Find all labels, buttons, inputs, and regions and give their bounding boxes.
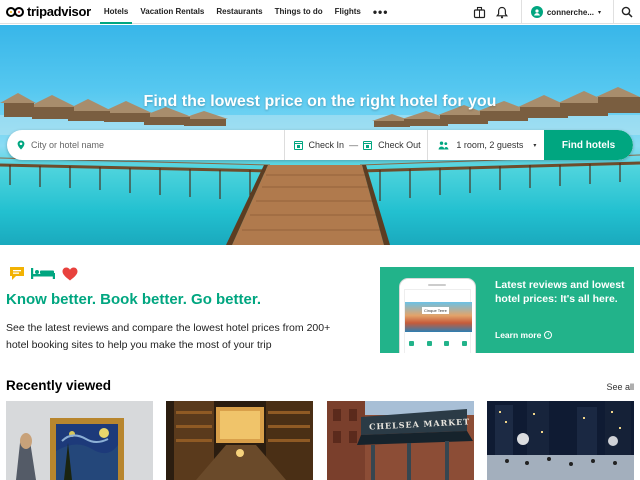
promo-card-text: Latest reviews and lowest hotel prices: … (495, 279, 625, 305)
more-icon[interactable]: ••• (367, 0, 395, 24)
bell-icon[interactable] (495, 5, 509, 19)
phone-photo-label: Cinque Terre (422, 307, 449, 314)
search-icon[interactable] (614, 0, 640, 24)
hotel-search-bar: Check In — Check Out 1 room, 2 guests ▾ … (7, 130, 633, 160)
nav-tabs: Hotels Vacation Rentals Restaurants Thin… (98, 0, 395, 24)
top-navigation: tripadvisor Hotels Vacation Rentals Rest… (0, 0, 640, 24)
chevron-down-icon: ▾ (597, 9, 601, 16)
check-in-field[interactable]: Check In (309, 140, 345, 150)
learn-more-label: Learn more (495, 330, 542, 340)
tab-restaurants[interactable]: Restaurants (210, 0, 268, 24)
promo-description: See the latest reviews and compare the l… (6, 322, 331, 351)
calendar-icon (293, 140, 303, 150)
guests-value: 1 room, 2 guests (456, 140, 524, 150)
user-avatar-icon (530, 6, 543, 18)
bed-icon (31, 268, 55, 279)
chevron-down-icon: ▾ (533, 142, 537, 149)
find-hotels-button[interactable]: Find hotels (544, 130, 633, 160)
tripadvisor-logo[interactable]: tripadvisor (6, 0, 91, 24)
recently-viewed-title: Recently viewed (6, 378, 112, 393)
tab-vacation-rentals[interactable]: Vacation Rentals (134, 0, 210, 24)
nav-divider (520, 0, 522, 24)
heart-icon (62, 267, 78, 280)
arrow-right-icon: › (544, 331, 553, 339)
hero-title: Find the lowest price on the right hotel… (143, 93, 497, 110)
logo-text: tripadvisor (27, 4, 91, 19)
phone-illustration: Cinque Terre (399, 278, 476, 353)
city-input[interactable] (31, 140, 271, 150)
guests-selector[interactable]: 1 room, 2 guests ▾ (428, 130, 544, 160)
tab-hotels[interactable]: Hotels (98, 0, 134, 24)
ice-rink-night-thumbnail[interactable] (487, 401, 634, 480)
city-field[interactable] (7, 130, 284, 160)
review-bubble-icon (10, 267, 24, 280)
username: connerche... (546, 7, 594, 17)
promo-heading: Know better. Book better. Go better. (6, 291, 262, 308)
tab-flights[interactable]: Flights (329, 0, 367, 24)
promo-icons (9, 266, 78, 281)
dates-field[interactable]: Check In — Check Out (285, 130, 428, 160)
tab-things-to-do[interactable]: Things to do (269, 0, 329, 24)
owl-eyes-icon (6, 6, 25, 18)
calendar-icon (363, 140, 373, 150)
map-pin-icon (17, 140, 25, 150)
app-promo-card[interactable]: Cinque Terre Latest reviews and lowest h… (380, 267, 634, 353)
see-all-link[interactable]: See all (606, 382, 634, 392)
learn-more-link[interactable]: Learn more › (495, 330, 553, 340)
hero-banner: Find the lowest price on the right hotel… (0, 25, 640, 245)
date-separator: — (349, 140, 359, 150)
museum-painting-thumbnail[interactable] (6, 401, 153, 480)
guests-icon (438, 141, 449, 149)
check-out-field[interactable]: Check Out (378, 140, 421, 150)
library-interior-thumbnail[interactable] (166, 401, 313, 480)
chelsea-market-thumbnail[interactable]: CHELSEA MARKET (327, 401, 474, 480)
trips-suitcase-icon[interactable] (473, 5, 487, 19)
user-menu[interactable]: connerche... ▾ (530, 6, 613, 18)
